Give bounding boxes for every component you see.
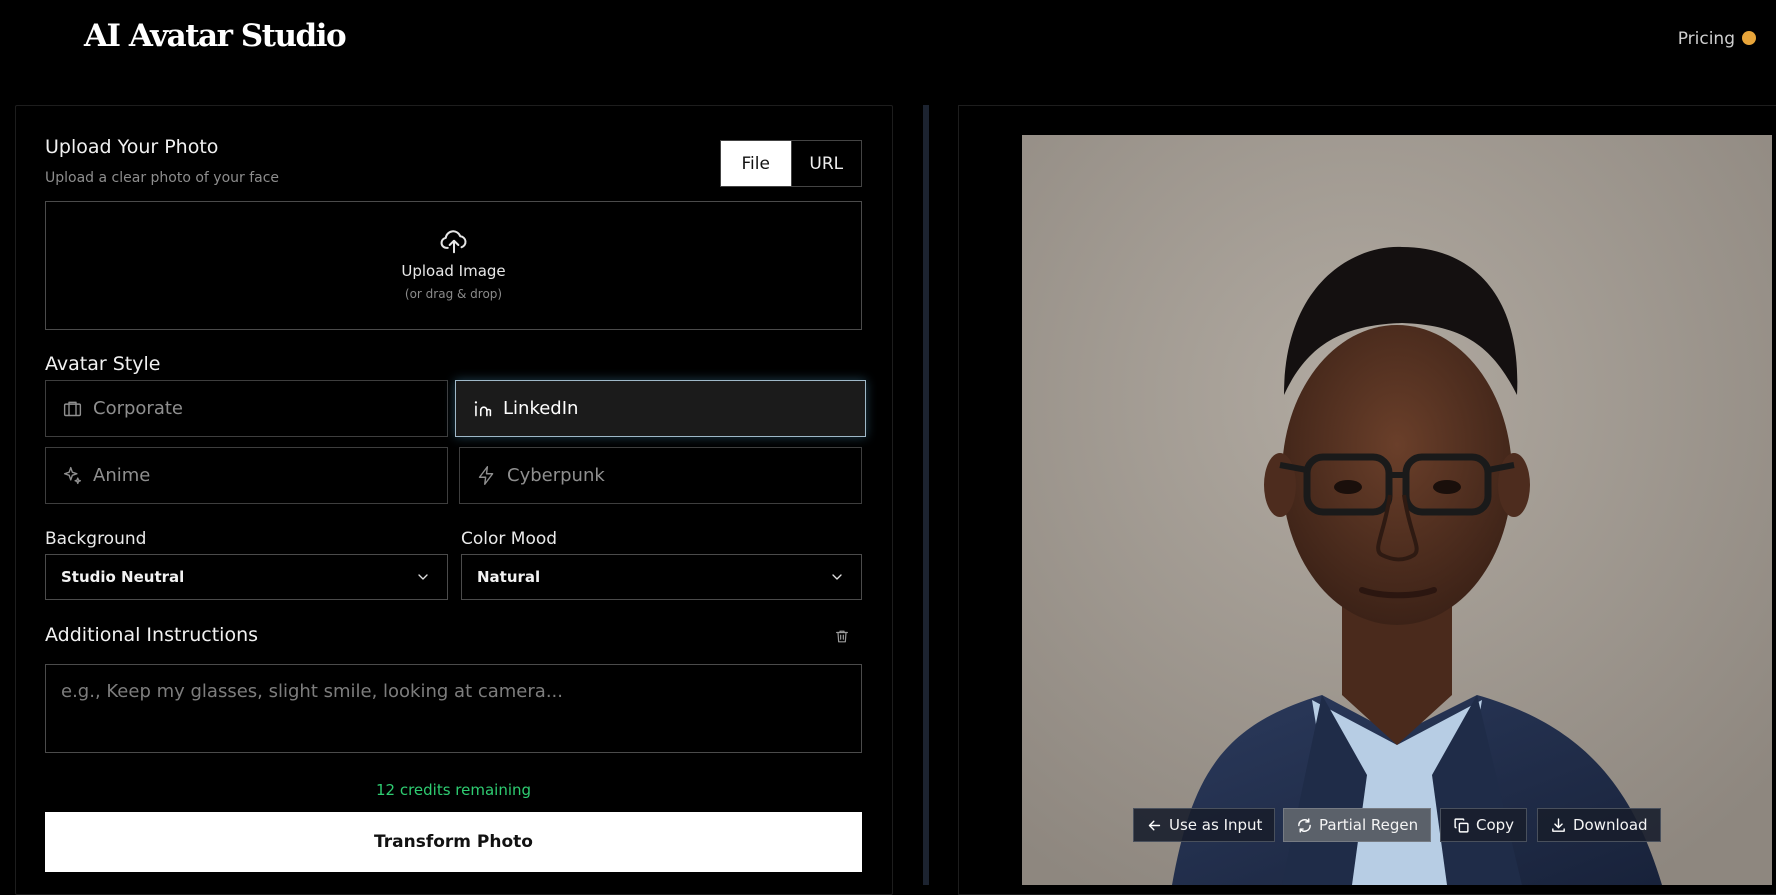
pricing-link[interactable]: Pricing <box>1678 29 1756 49</box>
result-image <box>1022 135 1772 885</box>
transform-photo-button[interactable]: Transform Photo <box>45 812 862 872</box>
background-value: Studio Neutral <box>61 568 185 586</box>
upload-hint: (or drag & drop) <box>404 287 503 301</box>
top-bar: AI Avatar Studio Pricing <box>0 0 1776 80</box>
additional-instructions-title: Additional Instructions <box>45 624 259 646</box>
button-label: Copy <box>1476 816 1515 834</box>
upload-dropzone[interactable]: Upload Image (or drag & drop) <box>45 201 862 330</box>
style-label: Cyberpunk <box>507 465 605 486</box>
trash-icon[interactable] <box>834 628 850 645</box>
cloud-upload-icon <box>440 230 467 254</box>
style-label: Corporate <box>93 398 183 419</box>
button-label: Use as Input <box>1169 816 1263 834</box>
briefcase-icon <box>63 401 82 417</box>
instructions-placeholder: e.g., Keep my glasses, slight smile, loo… <box>61 681 563 702</box>
partial-regen-button[interactable]: Partial Regen <box>1283 808 1432 842</box>
copy-button[interactable]: Copy <box>1440 808 1528 842</box>
upload-title: Upload Your Photo <box>45 136 219 158</box>
button-label: Partial Regen <box>1319 816 1419 834</box>
download-button[interactable]: Download <box>1537 808 1661 842</box>
avatar-style-title: Avatar Style <box>45 353 161 375</box>
button-label: Download <box>1573 816 1648 834</box>
use-as-input-button[interactable]: Use as Input <box>1133 808 1276 842</box>
color-mood-value: Natural <box>477 568 541 586</box>
linkedin-icon <box>474 401 492 417</box>
style-label: LinkedIn <box>503 398 579 419</box>
upload-image-label: Upload Image <box>401 262 506 280</box>
brand-logo[interactable]: AI Avatar Studio <box>84 18 347 54</box>
upload-source-toggle: File URL <box>720 140 862 187</box>
background-label: Background <box>45 529 147 549</box>
color-mood-label: Color Mood <box>461 529 558 549</box>
sparkles-icon <box>63 466 82 485</box>
arrow-left-icon <box>1148 820 1161 830</box>
chevron-down-icon <box>418 574 428 580</box>
color-mood-select[interactable]: Natural <box>461 554 862 600</box>
panel-resize-handle[interactable] <box>923 105 929 885</box>
upload-subtitle: Upload a clear photo of your face <box>45 170 280 186</box>
tab-file[interactable]: File <box>721 141 791 186</box>
style-label: Anime <box>93 465 151 486</box>
instructions-textarea[interactable]: e.g., Keep my glasses, slight smile, loo… <box>45 664 862 753</box>
chevron-down-icon <box>832 574 842 580</box>
refresh-icon <box>1298 817 1311 833</box>
background-select[interactable]: Studio Neutral <box>45 554 448 600</box>
coin-icon <box>1742 31 1756 45</box>
style-option-cyberpunk[interactable]: Cyberpunk <box>459 447 862 504</box>
style-option-linkedin[interactable]: LinkedIn <box>455 380 866 437</box>
tab-url[interactable]: URL <box>790 141 862 186</box>
credits-remaining: 12 credits remaining <box>375 781 532 799</box>
style-option-corporate[interactable]: Corporate <box>45 380 448 437</box>
copy-icon <box>1454 817 1469 833</box>
download-icon <box>1552 817 1565 832</box>
style-option-anime[interactable]: Anime <box>45 447 448 504</box>
lightning-icon <box>478 466 494 485</box>
pricing-label: Pricing <box>1677 29 1735 49</box>
